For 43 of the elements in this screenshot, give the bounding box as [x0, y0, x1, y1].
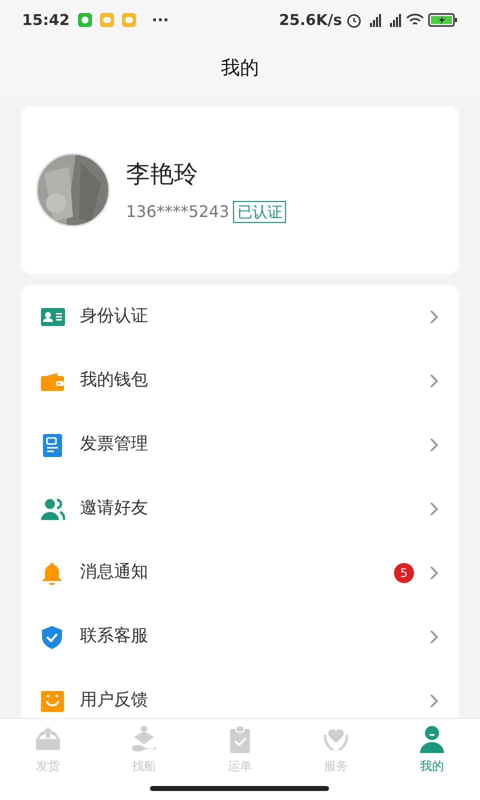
verified-tag: 已认证: [233, 201, 286, 223]
phone-number: 136****5243: [126, 201, 230, 223]
shield-check-icon: [40, 624, 65, 650]
menu-item[interactable]: 我的钱包: [21, 349, 459, 413]
chevron-right-icon: [430, 310, 439, 324]
chat-icon: [122, 13, 136, 27]
people-icon: [40, 496, 65, 522]
tab-button[interactable]: 我的: [384, 719, 480, 800]
alarm-icon: [346, 12, 362, 28]
ship-icon: [130, 725, 158, 753]
network-speed: 25.6K/s: [278, 10, 342, 31]
chevron-right-icon: [430, 502, 439, 516]
app-notification-icon: [78, 13, 92, 27]
chevron-right-icon: [430, 630, 439, 644]
user-name: 李艳玲: [126, 159, 199, 190]
status-time: 15:42: [22, 10, 70, 31]
menu-label: 我的钱包: [80, 369, 148, 392]
chevron-right-icon: [430, 374, 439, 388]
menu-item[interactable]: 联系客服: [21, 605, 459, 669]
tray-upload-icon: [34, 725, 62, 753]
unread-count: 5: [394, 563, 414, 583]
chat-icon: [100, 13, 114, 27]
menu-item[interactable]: 身份认证: [21, 285, 459, 349]
document-icon: [40, 432, 65, 458]
menu-item[interactable]: 消息通知 5: [21, 541, 459, 605]
more-dots: ···: [152, 10, 169, 31]
menu-item[interactable]: 发票管理: [21, 413, 459, 477]
chevron-right-icon: [430, 566, 439, 580]
menu-label: 联系客服: [80, 625, 148, 648]
menu-label: 消息通知: [80, 561, 148, 584]
menu-item[interactable]: 邀请好友: [21, 477, 459, 541]
bell-icon: [40, 560, 65, 586]
menu-label: 身份认证: [80, 305, 148, 328]
menu-label: 用户反馈: [80, 689, 148, 712]
menu-label: 邀请好友: [80, 497, 148, 520]
menu-label: 发票管理: [80, 433, 148, 456]
battery-icon: [428, 12, 458, 28]
person-icon: [418, 725, 446, 753]
chevron-right-icon: [430, 438, 439, 452]
menu-item[interactable]: 用户反馈: [21, 669, 459, 718]
chevron-right-icon: [430, 694, 439, 708]
smile-icon: [40, 688, 65, 714]
page-title: 我的: [221, 56, 259, 81]
